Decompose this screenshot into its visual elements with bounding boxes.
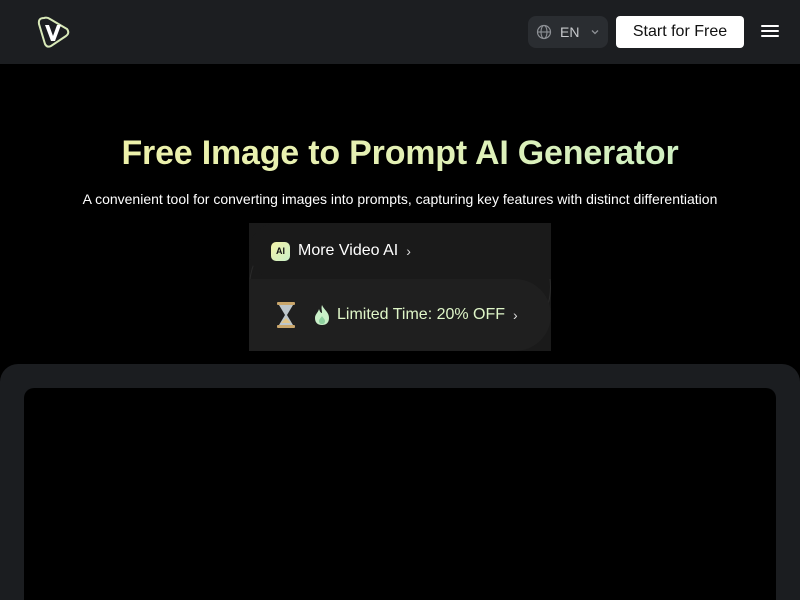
start-for-free-button[interactable]: Start for Free — [616, 16, 744, 48]
ai-badge-icon: AI — [271, 241, 290, 261]
more-video-ai-link[interactable]: AI More Video AI › — [249, 223, 551, 279]
chevron-right-icon: › — [406, 243, 411, 259]
language-code: EN — [560, 24, 580, 40]
v-logo-icon[interactable] — [36, 14, 70, 50]
hamburger-menu-icon[interactable] — [760, 22, 782, 42]
chevron-right-icon: › — [513, 307, 518, 323]
chevron-down-icon — [591, 30, 599, 35]
language-selector[interactable]: EN — [528, 16, 608, 48]
page-title: Free Image to Prompt AI Generator — [0, 134, 800, 173]
more-video-ai-label: More Video AI — [298, 242, 399, 259]
upload-area[interactable] — [24, 388, 776, 600]
hourglass-icon — [277, 302, 295, 328]
limited-time-offer-link[interactable]: Limited Time: 20% OFF › — [249, 279, 551, 351]
limited-time-label: Limited Time: 20% OFF — [337, 306, 506, 323]
top-navbar: EN Start for Free — [0, 0, 800, 64]
page-subtitle: A convenient tool for converting images … — [82, 191, 718, 207]
globe-icon — [536, 24, 552, 40]
flame-icon — [315, 305, 329, 325]
